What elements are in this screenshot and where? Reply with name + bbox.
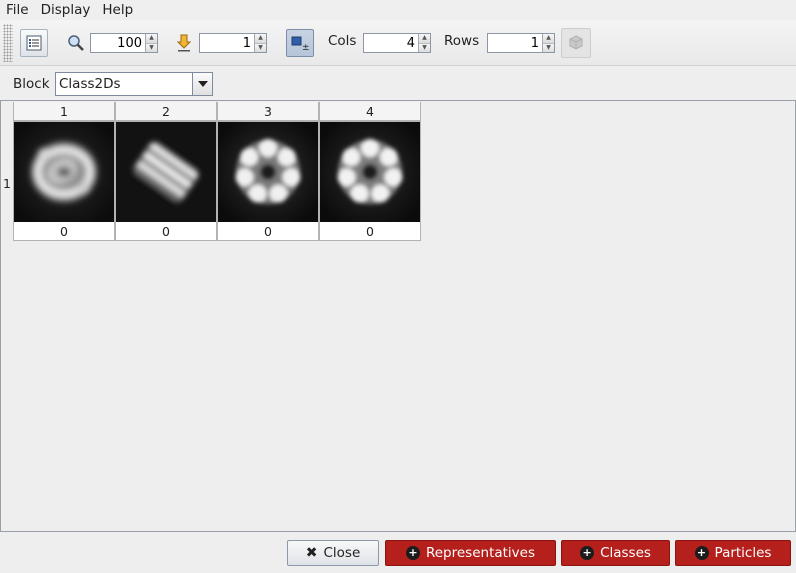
particles-button-label: Particles — [714, 545, 772, 561]
svg-text:±: ± — [302, 43, 309, 51]
toolbar: ▲ ▼ ▲ ▼ ± Cols ▲ ▼ Rows ▲ ▼ — [0, 20, 796, 66]
cols-spin-arrows[interactable]: ▲ ▼ — [418, 34, 430, 52]
classes-button[interactable]: + Classes — [561, 540, 670, 566]
cube-icon — [569, 35, 583, 50]
gallery-cell-2[interactable]: 0 — [115, 121, 217, 241]
goto-icon — [176, 34, 192, 52]
chevron-down-icon[interactable]: ▼ — [255, 42, 266, 52]
block-label: Block — [13, 76, 50, 92]
cell-label-1: 0 — [60, 224, 68, 239]
menu-help[interactable]: Help — [96, 2, 139, 18]
block-select-button[interactable] — [192, 73, 212, 95]
chevron-up-icon[interactable]: ▲ — [146, 34, 157, 43]
cols-input[interactable] — [364, 34, 418, 52]
zoom-icon — [67, 34, 85, 52]
cols-label: Cols — [328, 33, 357, 49]
chevron-down-icon[interactable]: ▼ — [419, 42, 430, 52]
rows-spinner[interactable]: ▲ ▼ — [487, 33, 555, 53]
column-header-3[interactable]: 3 — [217, 102, 319, 121]
rows-spin-arrows[interactable]: ▲ ▼ — [542, 34, 554, 52]
representatives-button[interactable]: + Representatives — [385, 540, 556, 566]
cell-label-2: 0 — [162, 224, 170, 239]
class-average-image-1 — [14, 122, 114, 222]
chevron-down-icon — [197, 81, 208, 87]
goto-spinner[interactable]: ▲ ▼ — [199, 33, 267, 53]
class-average-image-4 — [320, 122, 420, 222]
classes-button-label: Classes — [600, 545, 651, 561]
add-icon: + — [405, 546, 420, 560]
zoom-spin-arrows[interactable]: ▲ ▼ — [145, 34, 157, 52]
block-select[interactable]: Class2Ds — [55, 72, 213, 96]
toolbar-grip[interactable] — [3, 24, 13, 62]
goto-spin-arrows[interactable]: ▲ ▼ — [254, 34, 266, 52]
gallery-cell-4[interactable]: 0 — [319, 121, 421, 241]
cell-label-4: 0 — [366, 224, 374, 239]
menu-display[interactable]: Display — [35, 2, 97, 18]
view-3d-button[interactable] — [561, 28, 591, 58]
representatives-button-label: Representatives — [425, 545, 536, 561]
close-button[interactable]: ✖ Close — [287, 540, 379, 566]
gallery-grid: 1 2 3 4 1 0 0 0 0 — [0, 100, 796, 532]
rows-input[interactable] — [488, 34, 542, 52]
block-select-value: Class2Ds — [59, 76, 121, 92]
list-view-button[interactable] — [20, 29, 48, 57]
normalize-toggle-button[interactable]: ± — [286, 29, 314, 57]
column-header-4[interactable]: 4 — [319, 102, 421, 121]
class-average-image-2 — [116, 122, 216, 222]
gallery-cell-3[interactable]: 0 — [217, 121, 319, 241]
menu-bar: File Display Help — [0, 0, 796, 20]
goto-input[interactable] — [200, 34, 254, 52]
close-button-label: Close — [323, 545, 361, 561]
column-header-1[interactable]: 1 — [13, 102, 115, 121]
normalize-icon: ± — [291, 36, 309, 51]
gallery-cell-1[interactable]: 0 — [13, 121, 115, 241]
footer-bar: ✖ Close + Representatives + Classes + Pa… — [0, 532, 796, 573]
chevron-up-icon[interactable]: ▲ — [419, 34, 430, 43]
menu-file[interactable]: File — [0, 2, 35, 18]
chevron-up-icon[interactable]: ▲ — [255, 34, 266, 43]
rows-label: Rows — [444, 33, 480, 49]
zoom-spinner[interactable]: ▲ ▼ — [90, 33, 158, 53]
chevron-down-icon[interactable]: ▼ — [543, 42, 554, 52]
list-icon — [26, 35, 42, 51]
chevron-up-icon[interactable]: ▲ — [543, 34, 554, 43]
block-row: Block Class2Ds — [0, 68, 796, 100]
cell-label-3: 0 — [264, 224, 272, 239]
class-average-image-3 — [218, 122, 318, 222]
chevron-down-icon[interactable]: ▼ — [146, 42, 157, 52]
particles-button[interactable]: + Particles — [675, 540, 791, 566]
close-icon: ✖ — [305, 545, 318, 561]
column-header-2[interactable]: 2 — [115, 102, 217, 121]
add-icon: + — [580, 546, 595, 560]
add-icon: + — [694, 546, 709, 560]
zoom-input[interactable] — [91, 34, 145, 52]
cols-spinner[interactable]: ▲ ▼ — [363, 33, 431, 53]
row-header-1[interactable]: 1 — [3, 176, 11, 191]
